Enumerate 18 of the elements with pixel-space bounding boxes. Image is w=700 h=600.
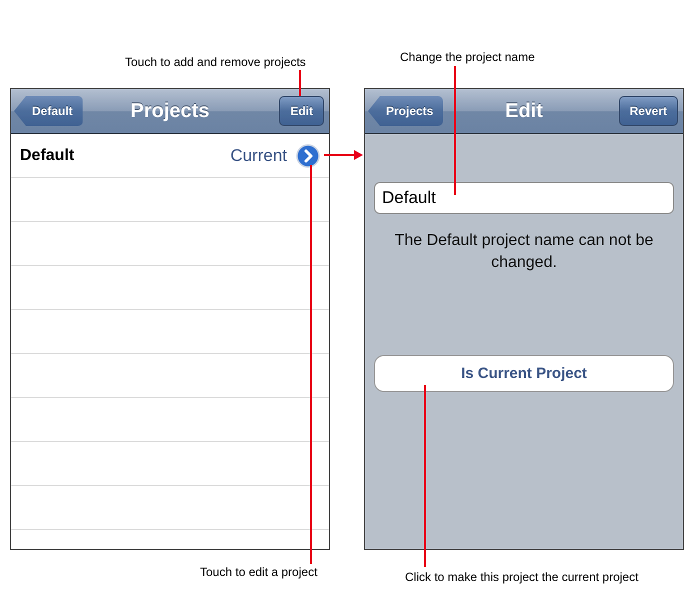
nav-title: Projects <box>130 100 210 122</box>
nav-button[interactable]: Revert <box>618 96 678 126</box>
nav-title: Edit <box>505 100 543 122</box>
arrow <box>324 150 363 160</box>
back-button[interactable]: Projects <box>368 96 444 126</box>
name-field[interactable]: Default <box>374 182 674 214</box>
project-status: Current <box>230 146 287 166</box>
nav-button[interactable]: Edit <box>279 96 324 126</box>
disclosure-icon[interactable] <box>296 144 320 168</box>
annotation-label: Touch to add and remove projects <box>125 55 306 69</box>
back-button[interactable]: Default <box>14 96 83 126</box>
current-project-button[interactable]: Is Current Project <box>374 355 674 392</box>
project-name: Default <box>20 146 76 164</box>
annotation-label: Touch to edit a project <box>200 565 318 579</box>
annotation-label: Click to make this project the current project <box>405 570 638 584</box>
info-message: The Default project name can not be changed. <box>394 231 654 273</box>
leader-line <box>299 70 301 97</box>
annotation-label: Change the project name <box>400 50 535 64</box>
